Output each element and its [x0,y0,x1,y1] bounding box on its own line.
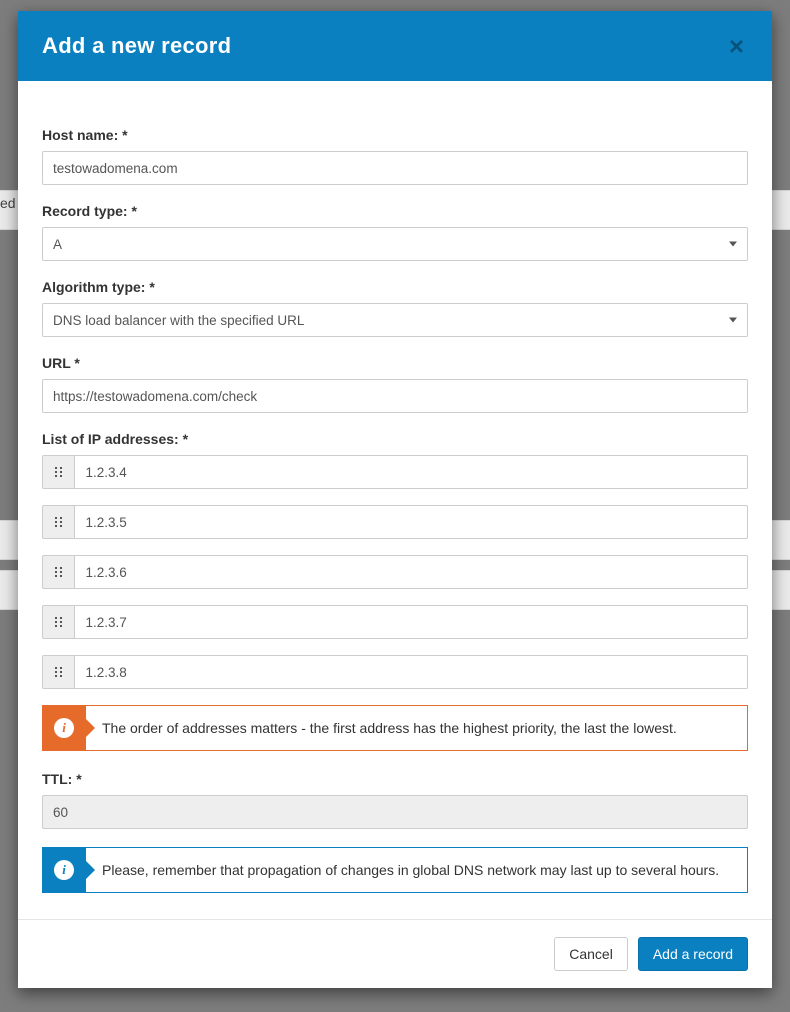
order-notice-text: The order of addresses matters - the fir… [86,705,748,751]
algorithm-label: Algorithm type: * [42,279,748,295]
ip-input[interactable] [74,455,748,489]
ip-row [42,455,748,489]
add-record-modal: Add a new record × Host name: * Record t… [18,11,772,988]
drag-handle-icon[interactable] [42,555,74,589]
algorithm-select[interactable] [42,303,748,337]
add-record-button[interactable]: Add a record [638,937,748,971]
drag-handle-icon[interactable] [42,455,74,489]
background-text-fragment: ed [0,195,16,211]
ips-label: List of IP addresses: * [42,431,748,447]
url-label: URL * [42,355,748,371]
record-type-select[interactable] [42,227,748,261]
modal-title: Add a new record [42,33,231,59]
modal-footer: Cancel Add a record [18,919,772,988]
ip-row [42,555,748,589]
ip-row [42,505,748,539]
order-notice: i The order of addresses matters - the f… [42,705,748,751]
hostname-label: Host name: * [42,127,748,143]
cancel-button[interactable]: Cancel [554,937,628,971]
info-icon: i [42,847,86,893]
drag-handle-icon[interactable] [42,605,74,639]
ip-row [42,605,748,639]
propagation-notice-text: Please, remember that propagation of cha… [86,847,748,893]
drag-handle-icon[interactable] [42,655,74,689]
hostname-input[interactable] [42,151,748,185]
url-input[interactable] [42,379,748,413]
ip-input[interactable] [74,605,748,639]
modal-header: Add a new record × [18,11,772,81]
info-icon: i [42,705,86,751]
drag-handle-icon[interactable] [42,505,74,539]
ip-input[interactable] [74,505,748,539]
ttl-label: TTL: * [42,771,748,787]
ttl-input[interactable] [42,795,748,829]
ip-input[interactable] [74,555,748,589]
close-icon[interactable]: × [725,33,748,59]
record-type-label: Record type: * [42,203,748,219]
propagation-notice: i Please, remember that propagation of c… [42,847,748,893]
ip-input[interactable] [74,655,748,689]
ip-row [42,655,748,689]
